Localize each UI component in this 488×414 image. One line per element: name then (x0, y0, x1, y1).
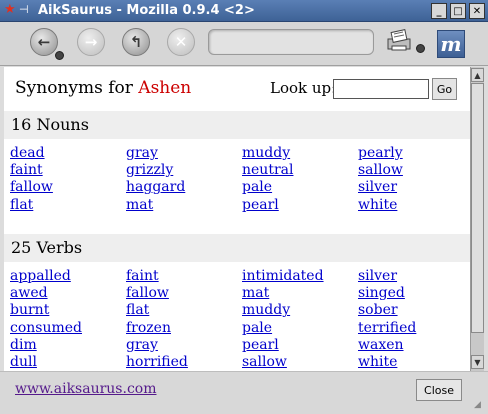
scroll-up-icon[interactable]: ▲ (471, 68, 484, 82)
synonym-link[interactable]: pearl (242, 337, 358, 354)
synonym-link[interactable]: mat (242, 285, 358, 302)
synonym-link[interactable]: haggard (126, 179, 242, 196)
close-button[interactable]: Close (416, 379, 462, 401)
synonym-link[interactable]: mat (126, 197, 242, 214)
lookup-label: Look up: (270, 79, 337, 97)
synonyms-heading: Synonyms for Ashen (15, 78, 191, 98)
vertical-scrollbar[interactable]: ▲ ▼ (470, 67, 484, 371)
go-button[interactable]: Go (432, 78, 457, 100)
synonym-link[interactable]: faint (10, 162, 126, 179)
synonym-link[interactable]: dead (10, 145, 126, 162)
print-dropdown[interactable] (416, 44, 425, 53)
footer: www.aiksaurus.com Close ◢ (0, 371, 488, 414)
synonym-link[interactable]: sober (358, 302, 470, 319)
back-arrow-icon: ← (37, 33, 51, 51)
pin-icon[interactable]: ⊣ (19, 3, 35, 17)
forward-arrow-icon: → (84, 33, 98, 51)
synonym-link[interactable]: gray (126, 145, 242, 162)
stop-icon: ✕ (174, 33, 188, 51)
scroll-thumb[interactable] (471, 83, 484, 333)
synonym-link[interactable]: white (358, 354, 470, 371)
close-window-button[interactable]: ✕ (469, 3, 485, 19)
synonym-link[interactable]: silver (358, 268, 470, 285)
back-history-dropdown[interactable] (55, 51, 64, 60)
aiksaurus-link[interactable]: www.aiksaurus.com (15, 381, 156, 397)
synonym-link[interactable]: dim (10, 337, 126, 354)
synonym-link[interactable]: appalled (10, 268, 126, 285)
synonym-link[interactable]: waxen (358, 337, 470, 354)
synonym-link[interactable]: consumed (10, 320, 126, 337)
reload-icon: ↰ (129, 33, 143, 51)
scroll-down-icon[interactable]: ▼ (471, 355, 484, 369)
url-bar[interactable] (208, 29, 374, 55)
synonym-link[interactable]: intimidated (242, 268, 358, 285)
synonym-link[interactable]: flat (10, 197, 126, 214)
synonym-link[interactable]: flat (126, 302, 242, 319)
print-button[interactable] (384, 28, 425, 56)
minimize-button[interactable]: _ (431, 3, 447, 19)
synonym-header: Synonyms for Ashen Look up: Go (4, 67, 470, 109)
thesaurus-content: Synonyms for Ashen Look up: Go 16 Nouns … (4, 67, 470, 371)
synonym-link[interactable]: pearl (242, 197, 358, 214)
synonym-link[interactable]: singed (358, 285, 470, 302)
synonym-link[interactable]: white (358, 197, 470, 214)
lookup-input[interactable] (333, 79, 429, 99)
resize-grip-icon[interactable]: ◢ (474, 400, 486, 412)
synonym-link[interactable]: sallow (358, 162, 470, 179)
maximize-button[interactable]: □ (450, 3, 466, 19)
synonym-link[interactable]: neutral (242, 162, 358, 179)
synonym-link[interactable]: burnt (10, 302, 126, 319)
synonyms-label: Synonyms for (15, 78, 133, 98)
synonym-link[interactable]: grizzly (126, 162, 242, 179)
back-button[interactable]: ← (30, 28, 58, 56)
synonym-link[interactable]: frozen (126, 320, 242, 337)
print-icon (387, 29, 411, 51)
synonym-link[interactable]: fallow (126, 285, 242, 302)
verbs-heading: 25 Verbs (4, 234, 470, 262)
window-title: AikSaurus - Mozilla 0.9.4 <2> (38, 3, 255, 18)
synonym-link[interactable]: pearly (358, 145, 470, 162)
synonym-link[interactable]: faint (126, 268, 242, 285)
synonym-link[interactable]: horrified (126, 354, 242, 371)
stop-button[interactable]: ✕ (167, 28, 195, 56)
synonym-link[interactable]: silver (358, 179, 470, 196)
nouns-heading: 16 Nouns (4, 111, 470, 139)
synonym-link[interactable]: terrified (358, 320, 470, 337)
navigation-toolbar: ← → ↰ ✕ m (0, 22, 488, 66)
forward-button[interactable]: → (77, 28, 105, 56)
synonym-link[interactable]: pale (242, 179, 358, 196)
synonym-link[interactable]: pale (242, 320, 358, 337)
star-icon[interactable]: ★ (4, 3, 18, 17)
synonym-link[interactable]: sallow (242, 354, 358, 371)
nouns-list: dead gray muddy pearly faint grizzly neutral sa… (10, 145, 470, 214)
title-bar: ★ ⊣ AikSaurus - Mozilla 0.9.4 <2> _ □ ✕ (0, 0, 488, 22)
synonym-link[interactable]: muddy (242, 302, 358, 319)
verbs-list: appalled faint intimidated silver awed fallow… (10, 268, 470, 371)
synonym-link[interactable]: dull (10, 354, 126, 371)
mozilla-logo[interactable]: m (437, 30, 465, 58)
synonym-link[interactable]: muddy (242, 145, 358, 162)
synonym-link[interactable]: gray (126, 337, 242, 354)
synonym-link[interactable]: fallow (10, 179, 126, 196)
synonym-link[interactable]: awed (10, 285, 126, 302)
reload-button[interactable]: ↰ (122, 28, 150, 56)
searched-word: Ashen (138, 78, 192, 98)
